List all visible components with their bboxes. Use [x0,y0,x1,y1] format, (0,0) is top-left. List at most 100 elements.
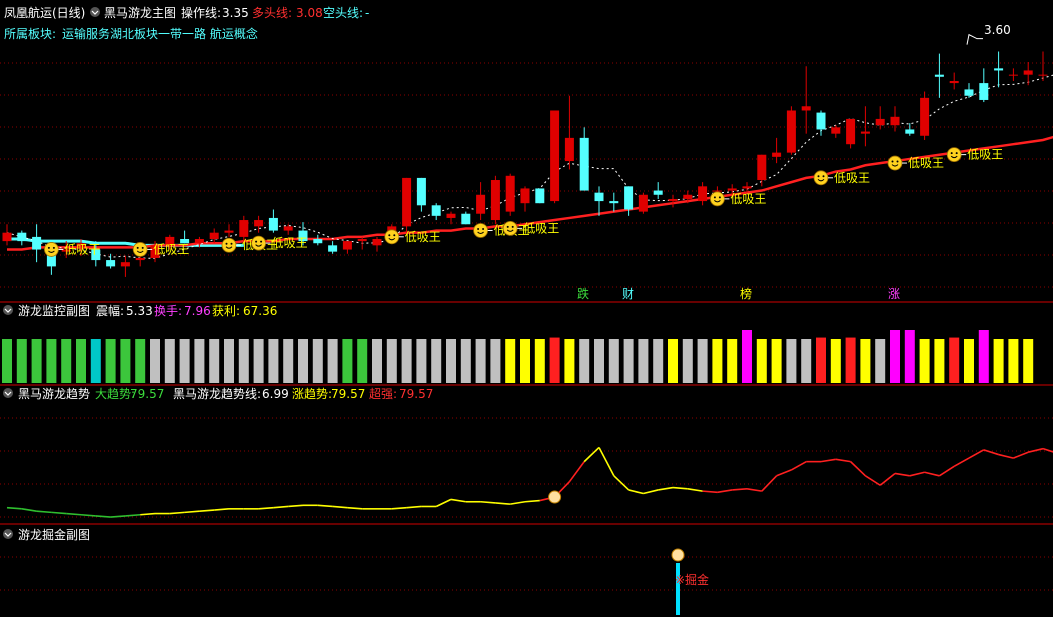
monitor-bar [520,339,530,383]
smiley-eye [891,160,894,163]
trend-segment [495,502,511,505]
signal-label: 低吸王 [405,230,441,244]
monitor-bar [194,339,205,383]
high-marker-line [966,33,983,45]
monitor-bar [150,339,160,383]
monitor-bar [46,339,57,383]
smiley-eye [506,225,509,228]
candle-body [342,241,352,250]
candle-body [1008,74,1018,76]
trend-segment [761,475,778,492]
sector-list: 运输服务湖北板块一带一路 航运概念 [62,26,258,41]
rise-value: 79.57 [331,387,365,401]
monitor-bar [579,339,590,383]
candle-body [594,192,604,202]
signal-marker: 低吸王 [887,155,944,171]
candle-body [357,239,367,242]
trend-segment [820,458,836,463]
candle-body [120,262,130,267]
monitor-bar [298,339,308,383]
monitor-bar [505,339,516,383]
trend-segment [391,506,407,510]
trend-segment [776,469,792,477]
candle-body [624,186,634,210]
trend-segment [21,508,37,512]
trend-segment [140,512,156,516]
candle-body [416,177,426,206]
monitor-bar [564,339,575,383]
monitor-bar [786,339,797,383]
trend-segment [938,465,955,477]
indicator-name[interactable]: 黑马游龙主图 [104,6,176,20]
trend-segment [732,487,748,491]
amp-label: 震幅: [96,303,124,318]
dig-marker-text: ※掘金 [675,572,709,587]
candle-body [535,188,545,204]
smiley-eye [136,246,139,249]
candle-body [209,232,219,240]
trend-segment [643,489,659,495]
trend-segment [450,498,466,503]
signal-label: 低吸王 [272,236,308,250]
monitor-bar [993,339,1004,383]
trend-title[interactable]: 黑马游龙趋势 [18,387,90,401]
monitor-bar [756,339,767,383]
candle-body [313,239,323,244]
monitor-panel [2,330,1034,383]
candle-body [801,106,811,111]
big-value: 79.57 [130,387,164,401]
stock-title: 凤凰航运(日线) [4,5,85,20]
collapse-icon[interactable] [3,305,13,315]
smiley-icon [44,242,59,257]
super-value: 79.57 [399,387,433,401]
trend-segment [214,508,230,511]
trend-segment [909,471,925,477]
monitor-bar [742,330,752,383]
candle-body [476,194,486,214]
money-bag-icon [671,548,685,562]
candle-body [949,80,959,84]
candle-body [461,213,471,225]
collapse-icon[interactable] [3,529,13,539]
candle-body [757,154,767,181]
op-value: 3.35 [222,6,249,20]
monitor-bar [904,330,915,383]
trend-panel [6,446,1053,518]
long-value: 3.08 [296,6,323,20]
candle-body [698,186,708,202]
smiley-icon [946,147,962,163]
monitor-bar [816,337,826,383]
smiley-icon [710,191,725,207]
monitor-bar [268,339,279,383]
smiley-eye [511,225,514,228]
tag-die: 跌 [577,286,589,301]
trend-segment [894,472,910,477]
candle-body [979,83,989,100]
money-bag-icon [548,490,562,504]
monitor-bar [372,339,382,383]
smiley-eye [388,234,391,237]
trend-segment [672,486,688,490]
monitor-bar [934,339,945,383]
short-value: - [365,6,369,20]
smiley-eye [955,152,958,155]
candle-body [431,205,441,216]
signal-marker: 低吸王 [132,242,189,257]
candle-body [742,186,752,189]
monitor-bar [490,339,501,383]
smiley-eye [225,242,228,245]
smiley-eye [393,234,396,237]
collapse-icon[interactable] [90,7,100,17]
long-label: 多头线: [252,6,292,20]
collapse-icon[interactable] [3,388,13,398]
candle-body [831,127,841,134]
trend-segment [332,505,348,509]
monitor-bar [653,339,664,383]
sector-label: 所属板块: [4,27,56,41]
line-value: 6.99 [262,387,289,401]
trend-segment [6,506,22,510]
monitor-title[interactable]: 游龙监控副图 [18,304,90,318]
dig-title[interactable]: 游龙掘金副图 [18,527,90,542]
monitor-bar [623,339,634,383]
candle-body [860,131,870,134]
